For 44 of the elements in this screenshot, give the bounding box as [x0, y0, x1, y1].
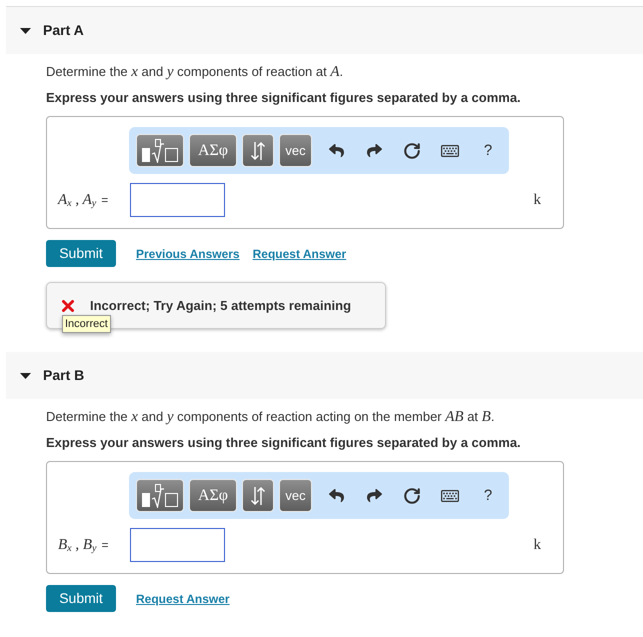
answer-link[interactable]: Previous Answers	[136, 244, 240, 262]
equals-sign: =	[101, 192, 108, 209]
vector-button[interactable]: vec	[279, 134, 312, 167]
up-down-arrows-icon	[251, 142, 265, 160]
part-title: Part B	[43, 366, 84, 385]
part-header[interactable]: Part B	[6, 352, 643, 399]
answer-input[interactable]	[130, 528, 225, 562]
help-button[interactable]: ?	[484, 142, 492, 160]
root-template-icon	[142, 484, 178, 508]
redo-icon[interactable]	[366, 488, 382, 503]
symbols-button[interactable]: ΑΣφ	[189, 479, 237, 512]
arrows-button[interactable]	[242, 134, 274, 167]
answer-input[interactable]	[130, 183, 225, 217]
part-header[interactable]: Part A	[6, 7, 643, 54]
undo-icon[interactable]	[328, 488, 344, 503]
circular-arrow-icon[interactable]	[403, 142, 421, 160]
symbols-button[interactable]: ΑΣφ	[189, 134, 237, 167]
instruction-text: Express your answers using three significant figures separated by a comma.	[46, 89, 521, 107]
templates-button[interactable]	[136, 479, 184, 512]
answer-link[interactable]: Request Answer	[252, 244, 346, 262]
unit-label: k	[534, 190, 541, 210]
feedback-message: Incorrect; Try Again; 5 attempts remaining	[90, 296, 352, 315]
up-down-arrows-icon	[251, 486, 265, 504]
root-template-icon	[142, 138, 178, 162]
templates-button[interactable]	[136, 134, 184, 167]
redo-icon[interactable]	[366, 143, 382, 158]
undo-icon[interactable]	[328, 143, 344, 158]
tooltip: Incorrect	[62, 315, 111, 333]
cross-icon	[62, 300, 74, 312]
submit-button[interactable]: Submit	[46, 585, 116, 612]
answer-link[interactable]: Request Answer	[136, 590, 230, 608]
question-text: Determine the x and y components of reaction acting on the member AB at B.	[46, 408, 494, 426]
help-button[interactable]: ?	[484, 486, 492, 504]
answer-label: A$_{x}$ , A$_{y}$	[58, 190, 96, 212]
equals-sign: =	[102, 537, 109, 554]
answer-label: B$_{x}$ , B$_{y}$	[58, 536, 96, 556]
instruction-text: Express your answers using three significant figures separated by a comma.	[46, 434, 521, 452]
submit-button[interactable]: Submit	[46, 240, 116, 267]
question-text: Determine the x and y components of reaction at A.	[46, 63, 344, 81]
part-title: Part A	[43, 21, 84, 40]
circular-arrow-icon[interactable]	[403, 486, 421, 504]
unit-label: k	[534, 536, 541, 555]
arrows-button[interactable]	[242, 479, 274, 512]
vector-button[interactable]: vec	[279, 479, 312, 512]
